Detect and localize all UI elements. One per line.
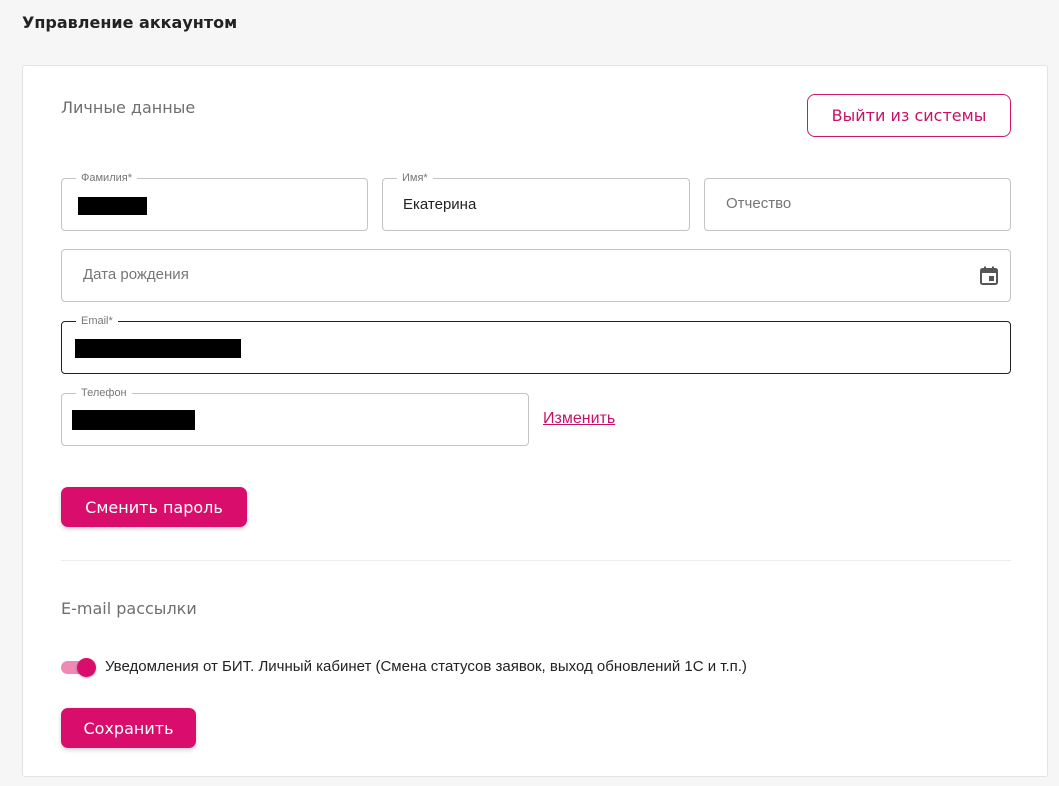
- personal-data-heading: Личные данные: [61, 98, 196, 117]
- birthdate-field[interactable]: Дата рождения: [61, 249, 1011, 302]
- name-label: Имя*: [397, 172, 433, 185]
- phone-field[interactable]: Телефон: [61, 387, 529, 446]
- email-redacted-value: [75, 339, 241, 358]
- mailing-heading: E-mail рассылки: [61, 599, 197, 618]
- phone-label: Телефон: [76, 387, 132, 400]
- logout-button[interactable]: Выйти из системы: [807, 94, 1011, 137]
- birthdate-placeholder: Дата рождения: [83, 266, 189, 283]
- toggle-knob: [77, 658, 96, 677]
- surname-field[interactable]: Фамилия*: [61, 172, 368, 231]
- notifications-toggle[interactable]: [61, 658, 97, 677]
- surname-label: Фамилия*: [76, 172, 137, 185]
- account-card: Личные данные Выйти из системы Фамилия* …: [22, 65, 1048, 777]
- change-phone-link[interactable]: Изменить: [543, 410, 615, 428]
- phone-redacted-value: [72, 410, 195, 430]
- section-divider: [61, 560, 1011, 561]
- email-field[interactable]: Email*: [61, 315, 1011, 374]
- email-label: Email*: [76, 315, 118, 328]
- calendar-icon[interactable]: [980, 266, 998, 285]
- patronymic-field[interactable]: Отчество: [704, 178, 1011, 231]
- patronymic-placeholder: Отчество: [726, 195, 792, 212]
- notifications-toggle-label: Уведомления от БИТ. Личный кабинет (Смен…: [105, 658, 747, 675]
- surname-redacted-value: [78, 197, 147, 215]
- name-value: Екатерина: [403, 196, 477, 213]
- page-title: Управление аккаунтом: [22, 13, 238, 32]
- name-field[interactable]: Имя* Екатерина: [382, 172, 690, 231]
- save-button[interactable]: Сохранить: [61, 708, 196, 748]
- change-password-button[interactable]: Сменить пароль: [61, 487, 247, 527]
